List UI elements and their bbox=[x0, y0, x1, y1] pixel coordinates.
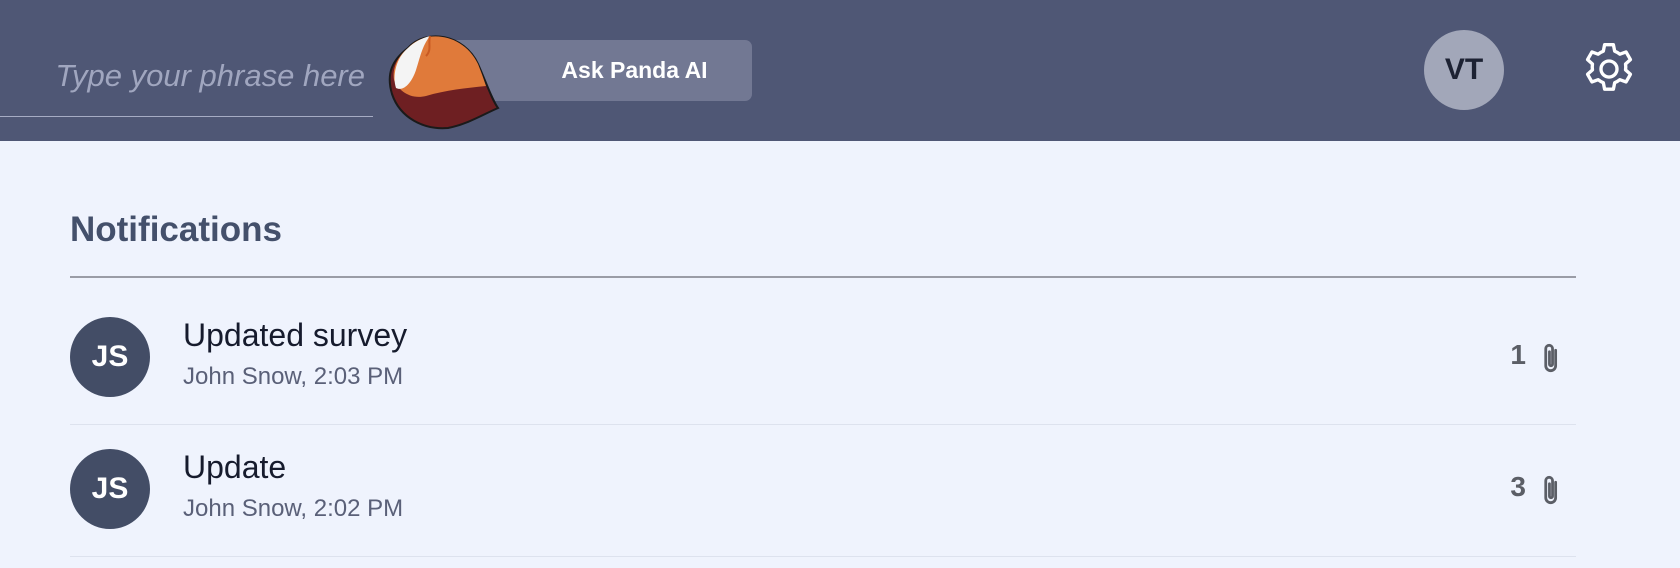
title-divider bbox=[70, 276, 1576, 278]
sender-avatar: JS bbox=[70, 317, 150, 397]
attachment-count: 1 bbox=[1510, 339, 1526, 370]
notification-meta: John Snow, 2:03 PM bbox=[183, 363, 404, 390]
attachment-count: 3 bbox=[1510, 471, 1526, 502]
top-bar: Ask Panda AI VT bbox=[0, 0, 1680, 141]
paperclip-icon bbox=[1544, 476, 1558, 504]
sender-avatar: JS bbox=[70, 449, 150, 529]
notification-title: Update bbox=[183, 449, 287, 485]
notification-title: Updated survey bbox=[183, 317, 408, 353]
page-title: Notifications bbox=[70, 210, 282, 249]
notification-meta: John Snow, 2:02 PM bbox=[183, 495, 404, 522]
notification-row[interactable]: JS Updated survey John Snow, 2:03 PM 1 bbox=[70, 293, 1576, 425]
red-panda-tail-logo-icon bbox=[388, 35, 500, 130]
search-field-wrapper bbox=[0, 40, 373, 117]
user-avatar[interactable]: VT bbox=[1424, 30, 1504, 110]
paperclip-icon bbox=[1544, 344, 1558, 372]
notification-row[interactable]: JS Update John Snow, 2:02 PM 3 bbox=[70, 425, 1576, 557]
search-input[interactable] bbox=[0, 48, 365, 104]
gear-icon[interactable] bbox=[1578, 38, 1640, 100]
